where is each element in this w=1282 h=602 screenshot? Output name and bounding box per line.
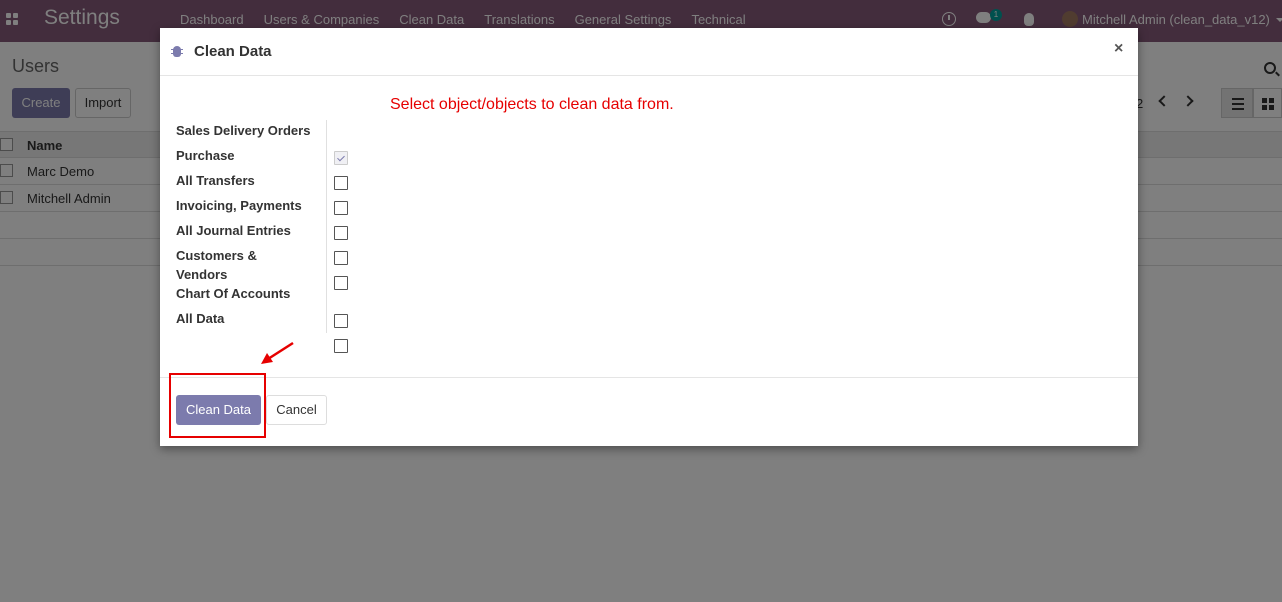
bug-icon <box>171 46 183 57</box>
instruction-text: Select object/objects to clean data from… <box>390 96 674 113</box>
option-label-purchase: Purchase <box>176 148 235 163</box>
checkbox-all-transfers[interactable] <box>334 201 348 215</box>
dialog-title: Clean Data <box>194 43 272 60</box>
checkbox-all-data[interactable] <box>334 339 348 353</box>
clean-data-dialog: Clean Data × Select object/objects to cl… <box>160 28 1138 446</box>
annotation-highlight-box <box>169 373 266 438</box>
checkbox-all-journal-entries[interactable] <box>334 251 348 265</box>
checkbox-invoicing-payments[interactable] <box>334 226 348 240</box>
option-label-all-transfers: All Transfers <box>176 173 255 188</box>
option-label-chart-of-accounts: Chart Of Accounts <box>176 286 291 301</box>
checkbox-purchase[interactable] <box>334 176 348 190</box>
dialog-footer: Clean Data Cancel <box>160 377 1138 446</box>
option-label-customers-vendors: Customers & Vendors <box>176 248 257 282</box>
option-label-invoicing-payments: Invoicing, Payments <box>176 198 302 213</box>
option-label-all-journal-entries: All Journal Entries <box>176 223 291 238</box>
checkbox-customers-vendors[interactable] <box>334 276 348 290</box>
checkbox-sales-delivery-orders[interactable] <box>334 151 348 165</box>
arrow-icon <box>261 341 294 364</box>
dialog-body: Select object/objects to clean data from… <box>160 76 1138 377</box>
option-label-all-data: All Data <box>176 311 225 326</box>
option-label-sales-delivery-orders: Sales Delivery Orders <box>176 123 311 138</box>
checkbox-chart-of-accounts[interactable] <box>334 314 348 328</box>
cancel-button[interactable]: Cancel <box>266 395 327 425</box>
option-divider <box>326 120 327 333</box>
dialog-header: Clean Data × <box>160 28 1138 76</box>
close-icon[interactable]: × <box>1114 40 1123 58</box>
